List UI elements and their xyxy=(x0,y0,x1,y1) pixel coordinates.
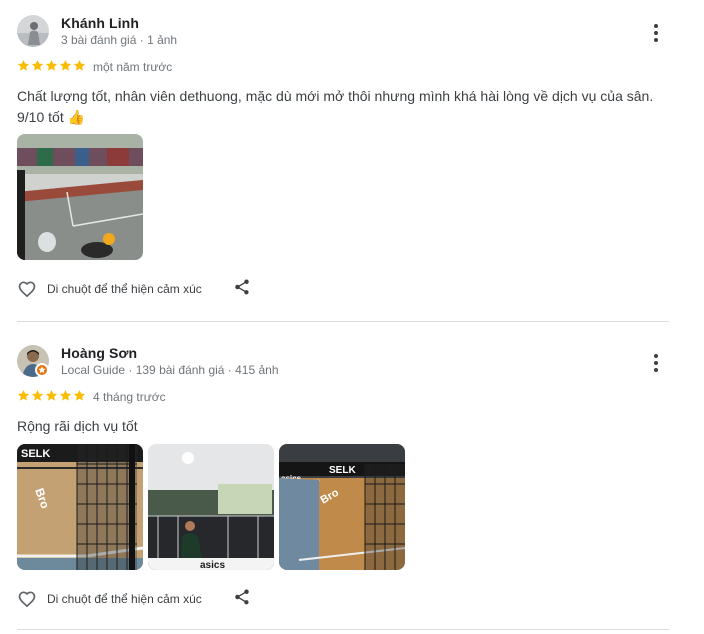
star-icon xyxy=(17,389,30,401)
review-photo[interactable]: SELK asics Bro xyxy=(279,444,405,570)
star-icon xyxy=(45,389,58,401)
react-button[interactable]: Di chuột để thể hiện cảm xúc xyxy=(17,589,202,609)
star-icon xyxy=(31,389,44,401)
local-guide-badge-icon xyxy=(35,363,49,377)
star-rating xyxy=(17,59,86,72)
svg-text:SELK: SELK xyxy=(21,448,50,460)
review-time: một năm trước xyxy=(93,60,173,74)
review-actions: Di chuột để thể hiện cảm xúc xyxy=(17,589,249,609)
review-time: 4 tháng trước xyxy=(93,390,166,404)
review-text: Rộng rãi dịch vụ tốt xyxy=(17,418,138,434)
star-icon xyxy=(73,59,86,71)
star-icon xyxy=(59,389,72,401)
share-icon[interactable] xyxy=(233,588,251,606)
review-divider xyxy=(17,629,669,630)
share-icon[interactable] xyxy=(233,278,251,296)
reviewer-meta: Local Guide · 139 bài đánh giá · 415 ảnh xyxy=(61,363,279,377)
review-photo[interactable]: asics xyxy=(148,444,274,570)
review-photo[interactable] xyxy=(17,134,143,260)
react-label: Di chuột để thể hiện cảm xúc xyxy=(47,592,202,606)
svg-text:asics: asics xyxy=(200,560,225,570)
more-options-button[interactable] xyxy=(644,351,668,375)
star-icon xyxy=(17,59,30,71)
star-icon xyxy=(59,59,72,71)
more-vertical-icon xyxy=(654,354,658,358)
heart-outline-icon xyxy=(18,591,36,608)
star-icon xyxy=(73,389,86,401)
react-label: Di chuột để thể hiện cảm xúc xyxy=(47,282,202,296)
reviewer-name[interactable]: Hoàng Sơn xyxy=(61,345,137,361)
svg-text:SELK: SELK xyxy=(329,465,356,476)
review-card: Khánh Linh 3 bài đánh giá · 1 ảnh một nă… xyxy=(0,0,704,322)
review-card: Hoàng Sơn Local Guide · 139 bài đánh giá… xyxy=(0,330,704,630)
heart-outline-icon xyxy=(18,281,36,298)
star-icon xyxy=(45,59,58,71)
star-icon xyxy=(31,59,44,71)
react-button[interactable]: Di chuột để thể hiện cảm xúc xyxy=(17,279,202,299)
review-divider xyxy=(17,321,669,322)
more-options-button[interactable] xyxy=(644,21,668,45)
star-rating xyxy=(17,389,86,402)
reviewer-name[interactable]: Khánh Linh xyxy=(61,15,139,31)
more-vertical-icon xyxy=(654,24,658,28)
review-text: Chất lượng tốt, nhân viên dethuong, mặc … xyxy=(17,88,654,125)
review-photo[interactable]: SELK Bro xyxy=(17,444,143,570)
review-actions: Di chuột để thể hiện cảm xúc xyxy=(17,279,249,299)
reviewer-meta: 3 bài đánh giá · 1 ảnh xyxy=(61,33,178,47)
reviewer-avatar[interactable] xyxy=(17,15,49,47)
